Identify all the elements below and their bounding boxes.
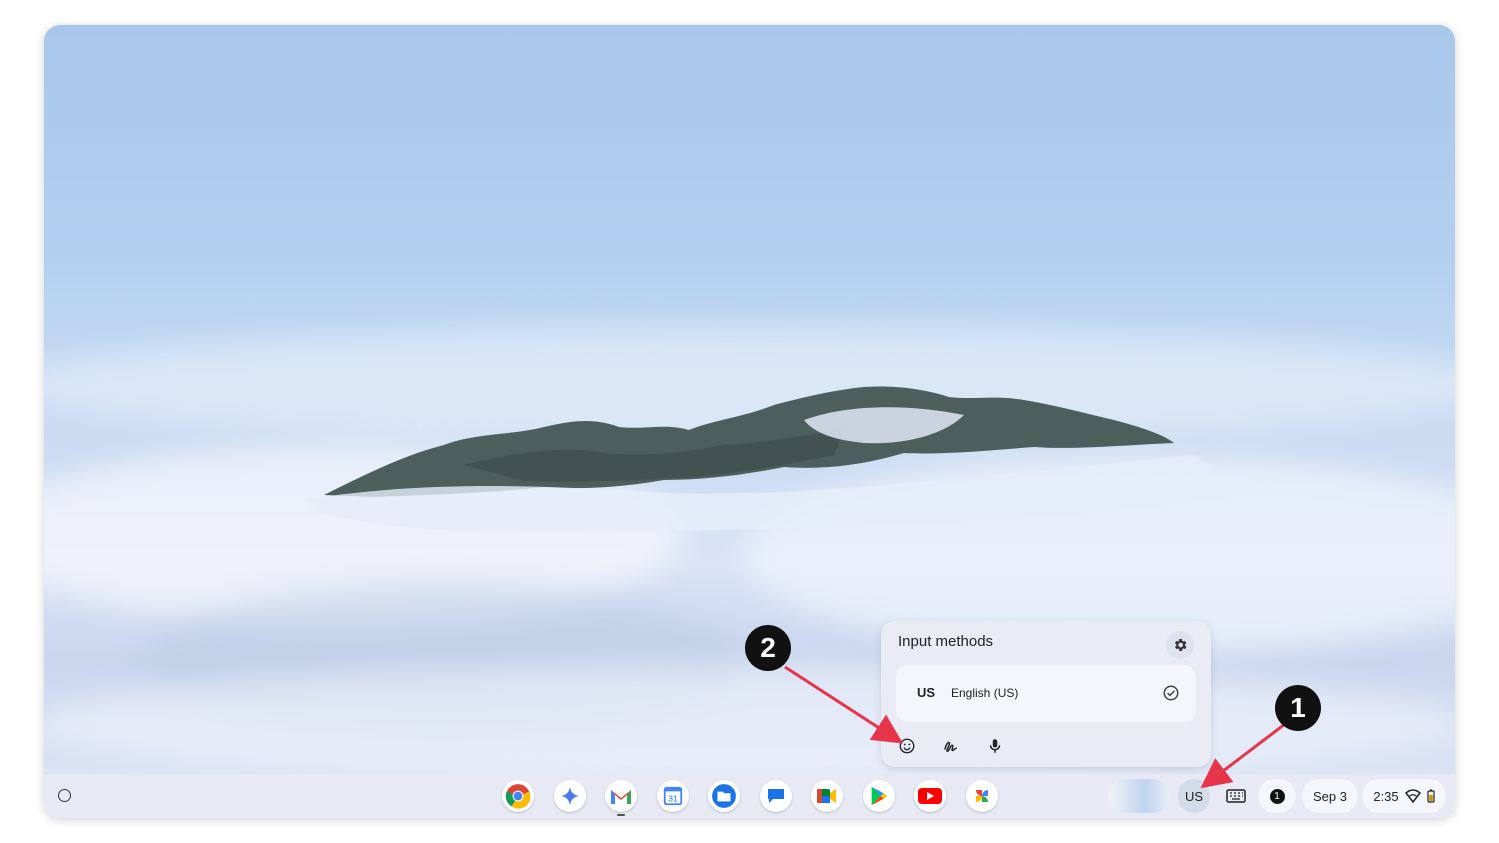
annotation-arrows xyxy=(784,665,1286,789)
arrow-1 xyxy=(1200,722,1286,789)
annotation-marker-2: 2 xyxy=(745,625,791,671)
arrow-2 xyxy=(784,665,904,744)
annotation-marker-1: 1 xyxy=(1275,685,1321,731)
